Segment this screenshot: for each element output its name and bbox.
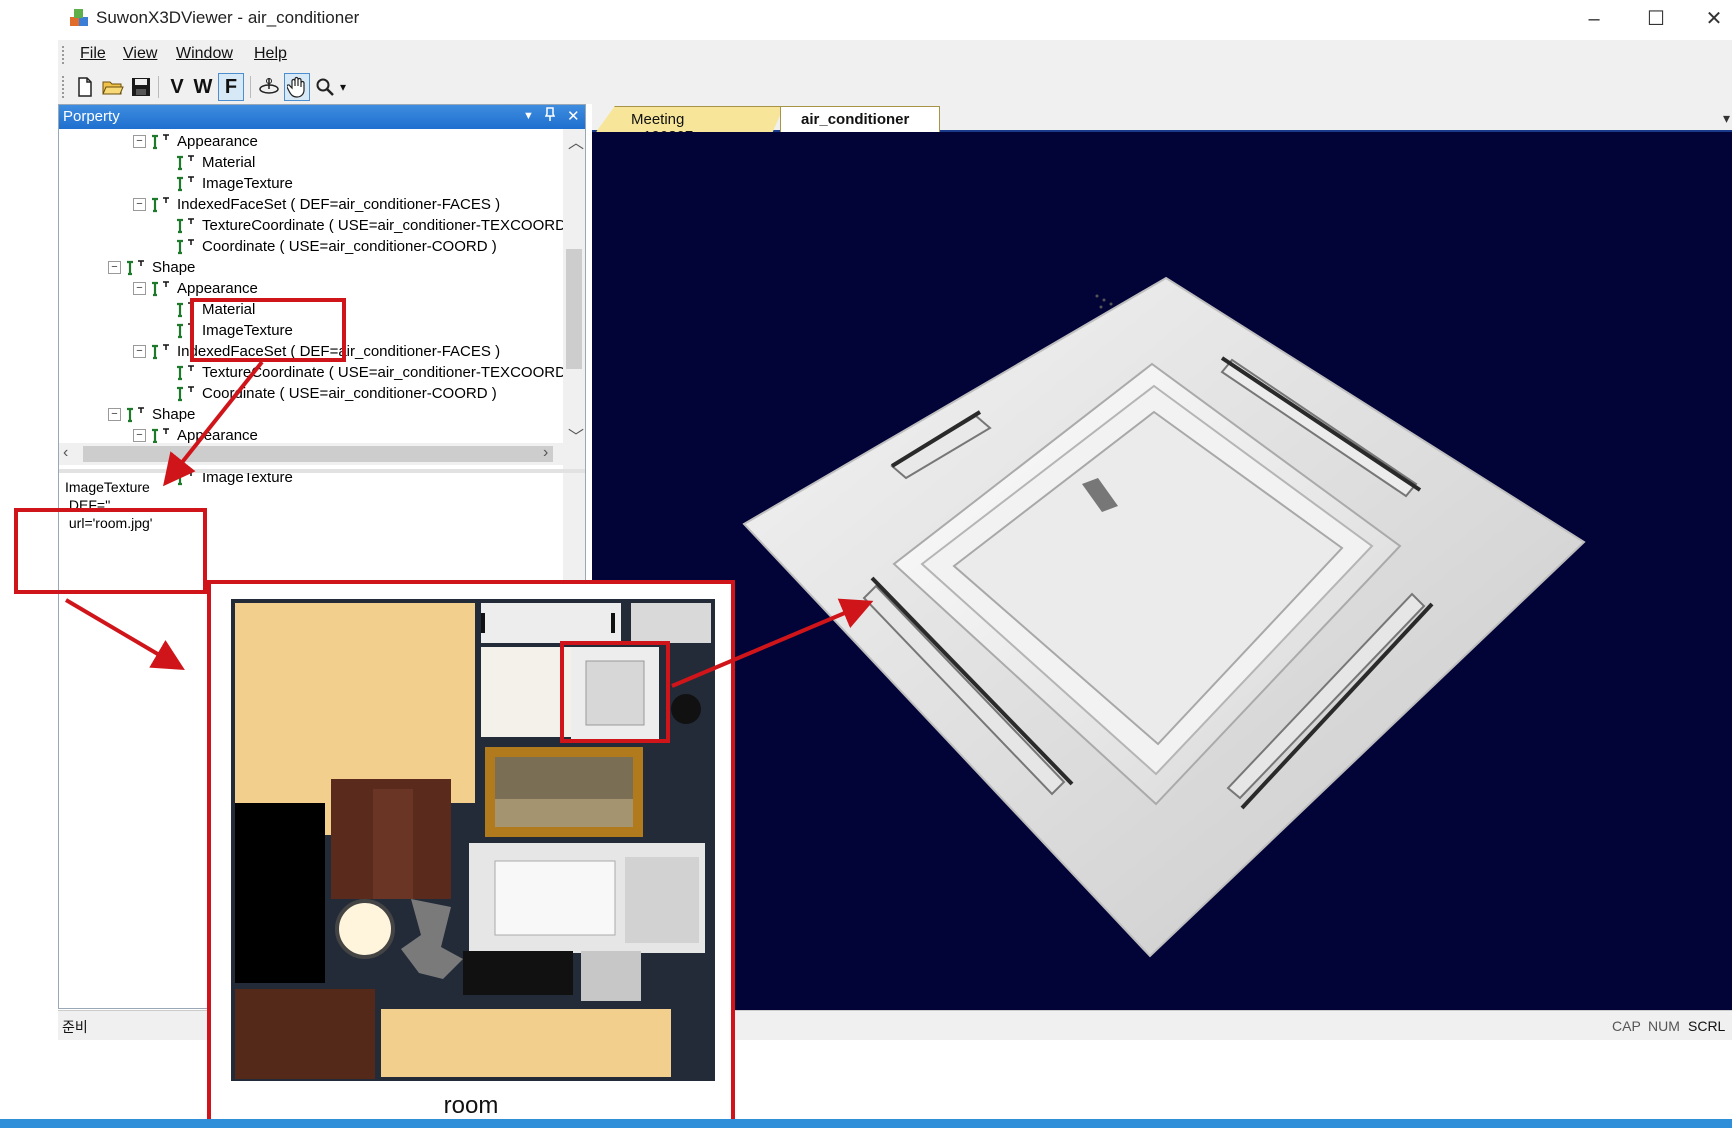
property-panel-header: Porperty ▼ ✕ [59,105,585,129]
tree-node-label: IndexedFaceSet ( DEF=air_conditioner-FAC… [177,196,501,213]
node-icon [152,196,169,212]
menu-grip[interactable] [62,46,64,64]
tree-node-label: Coordinate ( USE=air_conditioner-COORD ) [202,238,497,255]
window-title: SuwonX3DViewer - air_conditioner [96,8,360,27]
tree-node-label: Coordinate ( USE=air_conditioner-COORD ) [202,385,497,402]
property-panel-title: Porperty [63,108,120,125]
node-icon [177,217,194,233]
tree-node-label: TextureCoordinate ( USE=air_conditioner-… [202,364,566,381]
node-icon [127,259,144,275]
document-tab-bar: Meeting room190307 air_conditioner ✕ ▾ [592,104,1732,146]
menu-view[interactable]: View [123,45,157,63]
annotation-box-details [14,508,207,594]
texture-caption: room [443,1092,499,1119]
tree-horizontal-scrollbar[interactable]: ‹ › [59,443,585,465]
hand-pan-icon[interactable] [284,73,310,101]
close-window-button[interactable]: ✕ [1690,4,1732,34]
tree-node-label: ImageTexture [202,175,293,192]
tree-node-label: Appearance [177,280,258,297]
tree-node[interactable]: − Appearance [133,278,258,299]
menu-bar: File View Window Help [58,40,1732,70]
air-conditioner-model [742,276,1586,958]
tree-node-label: Appearance [177,133,258,150]
tree-node[interactable]: − IndexedFaceSet ( DEF=air_conditioner-FA… [133,194,500,215]
panel-close-icon[interactable]: ✕ [567,107,580,125]
menu-help[interactable]: Help [254,45,287,63]
maximize-button[interactable]: ☐ [1632,4,1680,34]
tree-node-label: Shape [152,406,196,423]
collapse-toggle-icon[interactable]: − [133,198,146,211]
app-icon [70,9,88,26]
collapse-toggle-icon[interactable]: − [133,345,146,358]
panel-splitter[interactable] [59,469,585,473]
node-icon [152,427,169,443]
panel-dropdown-icon[interactable]: ▼ [523,110,534,122]
node-icon [152,280,169,296]
tab-list-dropdown-icon[interactable]: ▾ [1723,110,1730,127]
tree-vertical-scrollbar[interactable]: ︿ ﹀ [563,129,585,591]
view-w-button[interactable]: W [190,73,216,101]
open-folder-icon[interactable] [100,73,126,101]
annotation-box-tree [190,298,346,362]
new-file-icon[interactable] [72,73,98,101]
tab-meeting-room[interactable]: Meeting room190307 [596,106,784,132]
node-icon [127,406,144,422]
tree-vertical-scroll-thumb[interactable] [566,249,582,369]
num-lock-indicator: NUM [1648,1018,1680,1034]
collapse-toggle-icon[interactable]: − [133,282,146,295]
tree-node-label: Shape [152,259,196,276]
3d-viewport[interactable] [592,132,1732,1010]
save-icon[interactable] [128,73,154,101]
title-bar: SuwonX3DViewer - air_conditioner – ☐ ✕ [0,0,1732,38]
node-icon [177,238,194,254]
tree-node[interactable]: Material [158,152,255,173]
tab-air-conditioner[interactable]: air_conditioner ✕ [780,106,940,146]
scroll-left-arrow-icon[interactable]: ‹ [63,444,68,462]
menu-window[interactable]: Window [176,45,233,63]
node-icon [177,175,194,191]
scroll-right-arrow-icon[interactable]: › [543,444,548,462]
toolbar: V W F ▾ [58,70,1732,104]
tree-node[interactable]: Coordinate ( USE=air_conditioner-COORD ) [158,236,497,257]
scroll-up-arrow-icon[interactable]: ︿ [568,129,584,153]
minimize-button[interactable]: – [1570,4,1618,34]
collapse-toggle-icon[interactable]: − [108,261,121,274]
toolbar-grip[interactable] [62,76,64,98]
node-icon [177,154,194,170]
tree-horizontal-scroll-thumb[interactable] [83,446,553,462]
collapse-toggle-icon[interactable]: − [133,429,146,442]
tree-node[interactable]: − Shape [108,404,195,425]
view-f-button[interactable]: F [218,73,244,101]
tree-node[interactable]: − Shape [108,257,195,278]
caps-lock-indicator: CAP [1612,1018,1641,1034]
toolbar-overflow-button[interactable]: ▾ [336,73,350,101]
scroll-lock-indicator: SCRL [1688,1018,1726,1034]
view-v-button[interactable]: V [164,73,190,101]
tab-label: air_conditioner [801,111,910,128]
tree-node[interactable]: ImageTexture [158,173,293,194]
menu-file[interactable]: File [80,45,106,63]
tree-node-label: Appearance [177,427,258,444]
tree-node[interactable]: TextureCoordinate ( USE=air_conditioner-… [158,362,566,383]
status-text: 준비 [62,1019,88,1035]
node-icon [152,343,169,359]
panel-pin-icon[interactable] [544,107,556,125]
taskbar-edge [0,1119,1732,1128]
tree-node[interactable]: Coordinate ( USE=air_conditioner-COORD ) [158,383,497,404]
collapse-toggle-icon[interactable]: − [133,135,146,148]
node-icon [177,385,194,401]
tree-node-label: TextureCoordinate ( USE=air_conditioner-… [202,217,566,234]
node-icon [152,133,169,149]
tree-node-label: Material [202,154,256,171]
tree-node[interactable]: − Appearance [133,131,258,152]
collapse-toggle-icon[interactable]: − [108,408,121,421]
annotation-box-texture-region [560,641,670,743]
node-icon [177,364,194,380]
tree-node[interactable]: TextureCoordinate ( USE=air_conditioner-… [158,215,566,236]
rotate-icon[interactable] [256,73,282,101]
magnifier-icon[interactable] [312,73,338,101]
